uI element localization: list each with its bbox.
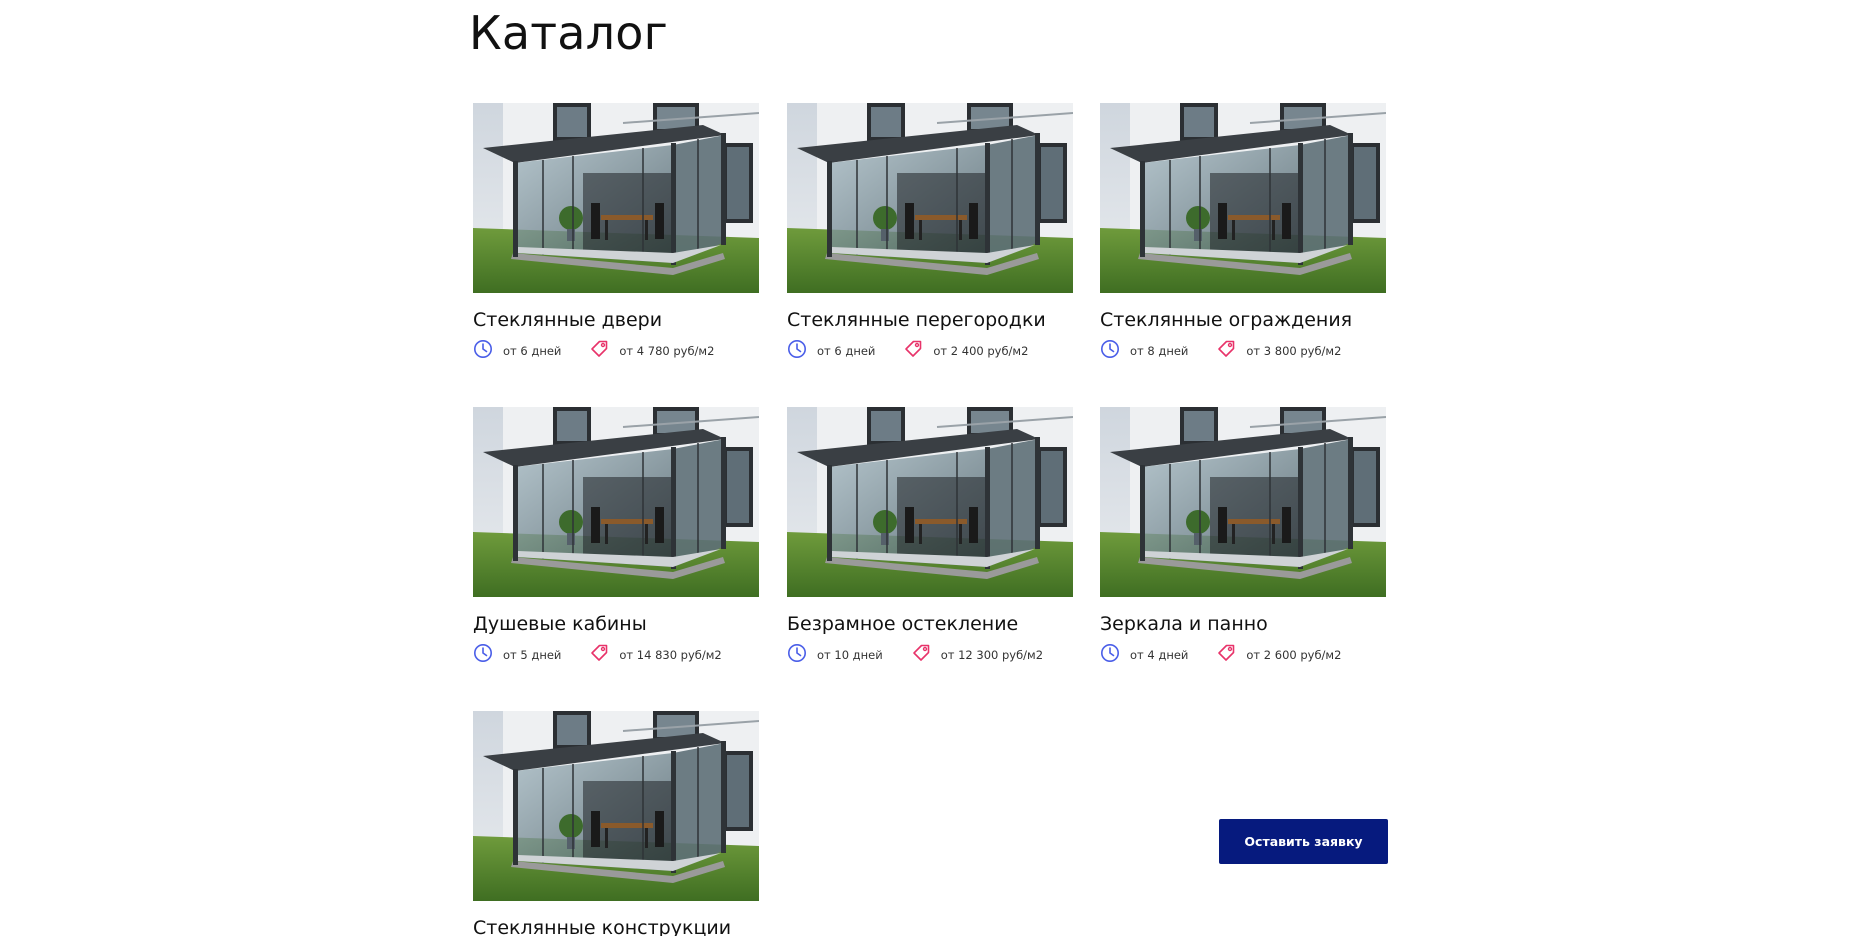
- catalog-card[interactable]: Стеклянные ограждения от 8 дней от 3 800…: [1100, 103, 1386, 358]
- catalog-card-title[interactable]: Стеклянные перегородки: [787, 309, 1127, 331]
- leave-request-button[interactable]: Оставить заявку: [1219, 819, 1388, 864]
- catalog-card-title[interactable]: Стеклянные конструкции: [473, 917, 813, 936]
- price-text: от 14 830 руб/м2: [619, 647, 722, 662]
- catalog-card-image[interactable]: [787, 103, 1073, 293]
- price: от 12 300 руб/м2: [911, 643, 1043, 666]
- term: от 6 дней: [787, 339, 875, 362]
- catalog-card-title[interactable]: Душевые кабины: [473, 613, 813, 635]
- price-tag-icon: [589, 643, 619, 666]
- catalog-card-meta: от 4 дней от 2 600 руб/м2: [1100, 643, 1341, 666]
- catalog-card[interactable]: Зеркала и панно от 4 дней от 2 600 руб/м…: [1100, 407, 1386, 662]
- catalog-card-image[interactable]: [1100, 103, 1386, 293]
- price: от 2 400 руб/м2: [903, 339, 1028, 362]
- catalog-card-image[interactable]: [473, 407, 759, 597]
- price-tag-icon: [1216, 643, 1246, 666]
- page-title: Каталог: [469, 6, 668, 60]
- catalog-card-meta: от 6 дней от 4 780 руб/м2: [473, 339, 714, 362]
- price: от 2 600 руб/м2: [1216, 643, 1341, 666]
- clock-icon: [787, 643, 817, 666]
- catalog-card-image[interactable]: [473, 103, 759, 293]
- price-text: от 2 400 руб/м2: [933, 343, 1029, 358]
- catalog-card[interactable]: Безрамное остекление от 10 дней от 12 30…: [787, 407, 1073, 662]
- catalog-card-meta: от 10 дней от 12 300 руб/м2: [787, 643, 1043, 666]
- catalog-card-image[interactable]: [473, 711, 759, 901]
- catalog-card-title[interactable]: Стеклянные ограждения: [1100, 309, 1440, 331]
- term: от 4 дней: [1100, 643, 1188, 666]
- catalog-card-title[interactable]: Зеркала и панно: [1100, 613, 1440, 635]
- catalog-card-title[interactable]: Стеклянные двери: [473, 309, 813, 331]
- term-text: от 10 дней: [817, 647, 883, 662]
- term: от 10 дней: [787, 643, 883, 666]
- price-tag-icon: [1216, 339, 1246, 362]
- term-text: от 6 дней: [817, 343, 876, 358]
- clock-icon: [787, 339, 817, 362]
- catalog-card-meta: от 8 дней от 3 800 руб/м2: [1100, 339, 1341, 362]
- clock-icon: [1100, 339, 1130, 362]
- price: от 14 830 руб/м2: [589, 643, 722, 666]
- catalog-card[interactable]: Стеклянные двери от 6 дней от 4 780 руб/…: [473, 103, 759, 358]
- price-text: от 2 600 руб/м2: [1246, 647, 1342, 662]
- term-text: от 4 дней: [1130, 647, 1189, 662]
- term: от 6 дней: [473, 339, 561, 362]
- catalog-page: Каталог Стеклянные двери от 6 дней от 4 …: [0, 0, 1859, 936]
- price: от 3 800 руб/м2: [1216, 339, 1341, 362]
- term-text: от 6 дней: [503, 343, 562, 358]
- clock-icon: [473, 339, 503, 362]
- catalog-card-title[interactable]: Безрамное остекление: [787, 613, 1127, 635]
- term: от 5 дней: [473, 643, 561, 666]
- catalog-card-meta: от 6 дней от 2 400 руб/м2: [787, 339, 1028, 362]
- price-text: от 4 780 руб/м2: [619, 343, 715, 358]
- catalog-card[interactable]: Стеклянные конструкции: [473, 711, 759, 936]
- term: от 8 дней: [1100, 339, 1188, 362]
- term-text: от 8 дней: [1130, 343, 1189, 358]
- price-text: от 12 300 руб/м2: [940, 647, 1044, 662]
- price-tag-icon: [589, 339, 619, 362]
- catalog-card-image[interactable]: [1100, 407, 1386, 597]
- catalog-card-image[interactable]: [787, 407, 1073, 597]
- price-text: от 3 800 руб/м2: [1246, 343, 1342, 358]
- price-tag-icon: [903, 339, 933, 362]
- price: от 4 780 руб/м2: [589, 339, 714, 362]
- price-tag-icon: [911, 643, 941, 666]
- catalog-card-meta: от 5 дней от 14 830 руб/м2: [473, 643, 722, 666]
- clock-icon: [473, 643, 503, 666]
- catalog-card[interactable]: Стеклянные перегородки от 6 дней от 2 40…: [787, 103, 1073, 358]
- clock-icon: [1100, 643, 1130, 666]
- catalog-card[interactable]: Душевые кабины от 5 дней от 14 830 руб/м…: [473, 407, 759, 662]
- term-text: от 5 дней: [503, 647, 562, 662]
